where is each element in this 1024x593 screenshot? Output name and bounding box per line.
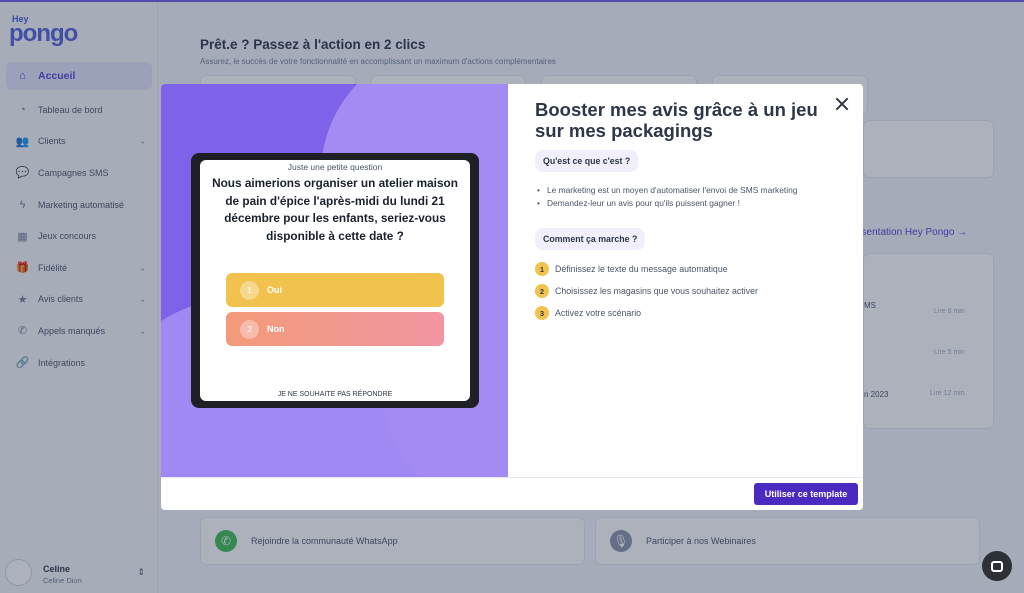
answer-label: Oui — [267, 285, 282, 295]
step-item: 1 Définissez le texte du message automat… — [535, 262, 728, 276]
close-icon[interactable] — [834, 96, 850, 112]
how-it-works-label: Comment ça marche ? — [535, 228, 646, 250]
step-item: 2 Choisissez les magasins que vous souha… — [535, 284, 758, 298]
description-item: Demandez-leur un avis pour qu'ils puisse… — [537, 197, 847, 210]
step-number: 1 — [535, 262, 549, 276]
preview-answer-no: 2 Non — [226, 312, 444, 346]
modal-footer: Utiliser ce template — [161, 477, 863, 510]
use-template-button[interactable]: Utiliser ce template — [754, 483, 858, 505]
step-item: 3 Activez votre scénario — [535, 306, 641, 320]
preview-small-question: Juste une petite question — [287, 162, 383, 172]
modal-title: Booster mes avis grâce à un jeu sur mes … — [535, 99, 818, 141]
description-list: Le marketing est un moyen d'automatiser … — [537, 184, 847, 209]
preview-answer-yes: 1 Oui — [226, 273, 444, 307]
answer-label: Non — [267, 324, 285, 334]
step-text: Choisissez les magasins que vous souhait… — [555, 286, 758, 296]
preview-skip-text: JE NE SOUHAITE PAS RÉPONDRE — [277, 391, 393, 398]
tablet-mockup: Juste une petite question Nous aimerions… — [191, 153, 479, 408]
step-number: 2 — [535, 284, 549, 298]
chat-icon — [991, 560, 1003, 572]
answer-number: 1 — [240, 280, 259, 300]
template-modal: Juste une petite question Nous aimerions… — [161, 84, 863, 510]
what-is-it-label: Qu'est ce que c'est ? — [535, 150, 639, 172]
step-number: 3 — [535, 306, 549, 320]
step-text: Définissez le texte du message automatiq… — [555, 264, 728, 274]
description-item: Le marketing est un moyen d'automatiser … — [537, 184, 847, 197]
tablet-screen: Juste une petite question Nous aimerions… — [200, 160, 470, 401]
chat-support-button[interactable] — [982, 551, 1012, 581]
template-preview-panel: Juste une petite question Nous aimerions… — [161, 84, 508, 477]
answer-number: 2 — [240, 319, 259, 339]
preview-question: Nous aimerions organiser un atelier mais… — [212, 176, 458, 243]
step-text: Activez votre scénario — [555, 308, 642, 318]
